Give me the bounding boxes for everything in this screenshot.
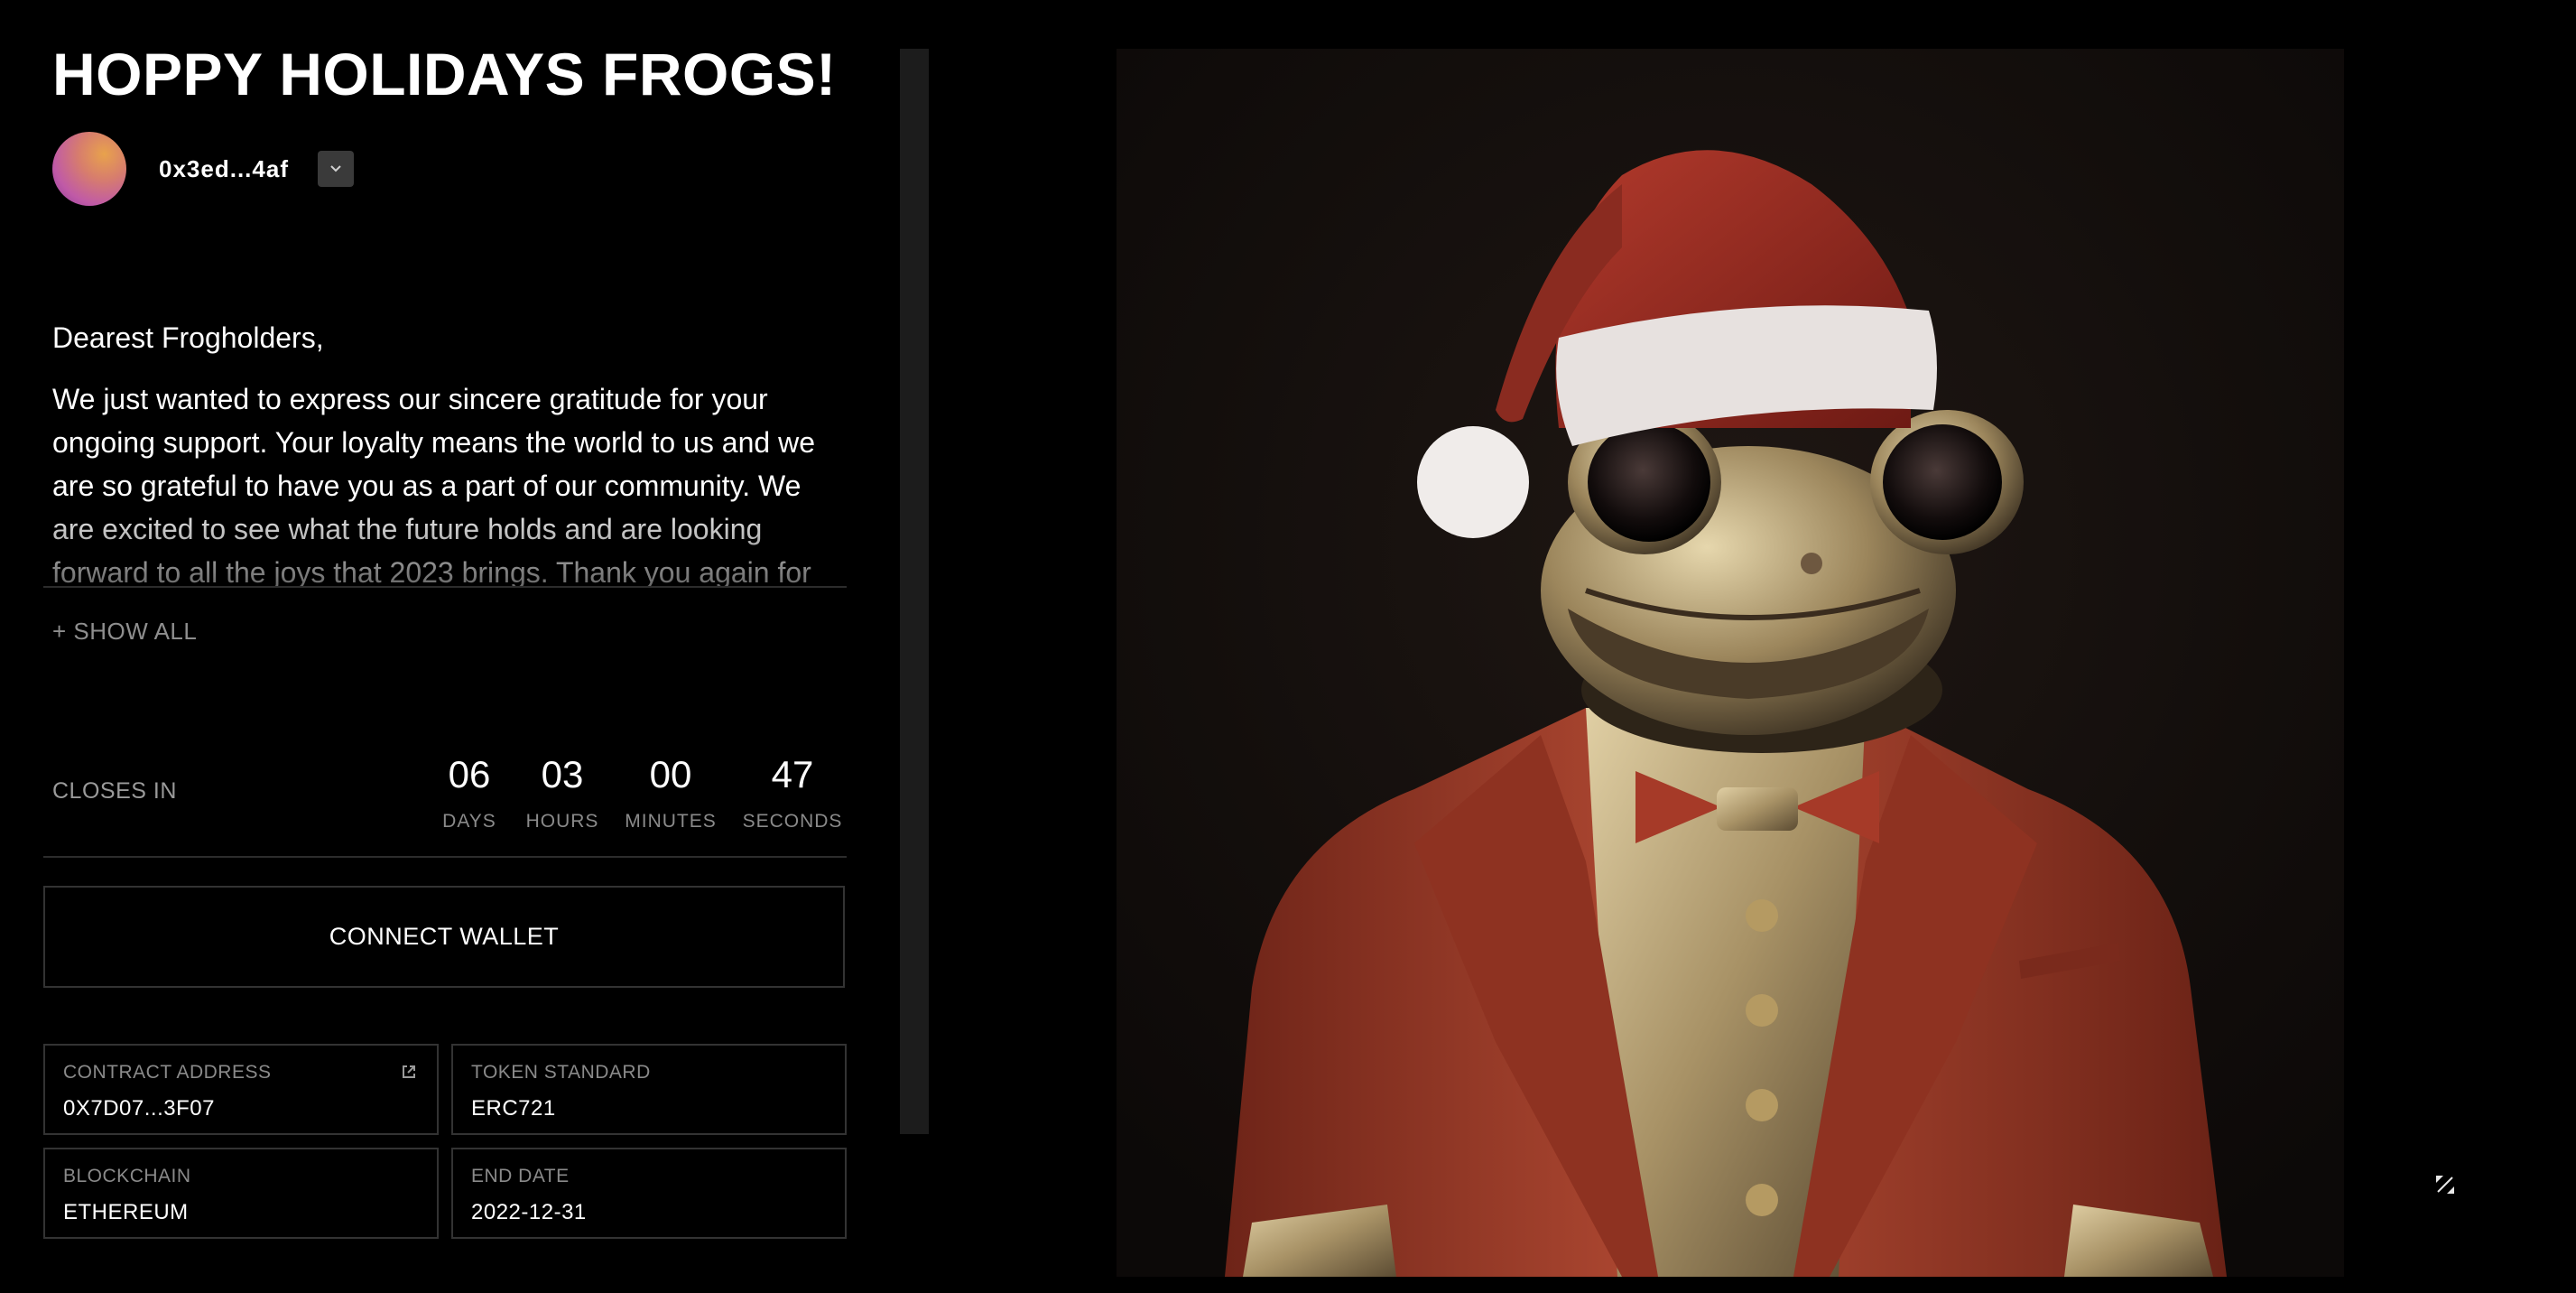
artwork-image (1117, 49, 2344, 1277)
contract-address-card: CONTRACT ADDRESS 0X7D07...3F07 (43, 1044, 439, 1135)
countdown-hours: 03 HOURS (504, 749, 621, 833)
token-standard-label: TOKEN STANDARD (471, 1062, 651, 1083)
seconds-value: 47 (771, 753, 814, 795)
description: Dearest Frogholders, We just wanted to e… (52, 316, 830, 587)
minutes-value: 00 (649, 753, 692, 795)
chevron-down-icon (330, 165, 341, 172)
description-divider (43, 586, 847, 588)
contract-address-value: 0X7D07...3F07 (63, 1096, 215, 1121)
hours-label: HOURS (525, 811, 599, 832)
minutes-label: MINUTES (625, 811, 717, 832)
countdown-divider (43, 856, 847, 858)
avatar[interactable] (52, 132, 126, 206)
blockchain-label: BLOCKCHAIN (63, 1166, 191, 1186)
page-title: HOPPY HOLIDAYS FROGS! (52, 41, 837, 107)
countdown-seconds: 47 SECONDS (734, 749, 851, 833)
expand-icon[interactable] (2434, 1174, 2456, 1195)
end-date-card: END DATE 2022-12-31 (451, 1148, 847, 1239)
connect-wallet-button[interactable]: CONNECT WALLET (43, 886, 845, 988)
token-standard-card: TOKEN STANDARD ERC721 (451, 1044, 847, 1135)
closes-in-label: CLOSES IN (52, 778, 177, 804)
description-fade (52, 497, 830, 587)
scrollbar[interactable] (900, 49, 929, 1134)
end-date-value: 2022-12-31 (471, 1200, 587, 1224)
external-link-icon[interactable] (401, 1064, 417, 1080)
blockchain-card: BLOCKCHAIN ETHEREUM (43, 1148, 439, 1239)
author-row: 0x3ed...4af (52, 132, 354, 206)
description-greeting: Dearest Frogholders, (52, 321, 324, 354)
countdown-minutes: 00 MINUTES (612, 749, 729, 833)
author-address[interactable]: 0x3ed...4af (159, 155, 289, 183)
hours-value: 03 (541, 753, 584, 795)
token-standard-value: ERC721 (471, 1096, 556, 1121)
seconds-label: SECONDS (742, 811, 843, 832)
author-dropdown-button[interactable] (317, 151, 354, 187)
left-panel: HOPPY HOLIDAYS FROGS! 0x3ed...4af Deares… (0, 0, 866, 1293)
show-all-button[interactable]: + SHOW ALL (52, 618, 197, 646)
contract-address-label: CONTRACT ADDRESS (63, 1062, 272, 1083)
end-date-label: END DATE (471, 1166, 570, 1186)
blockchain-value: ETHEREUM (63, 1200, 189, 1224)
